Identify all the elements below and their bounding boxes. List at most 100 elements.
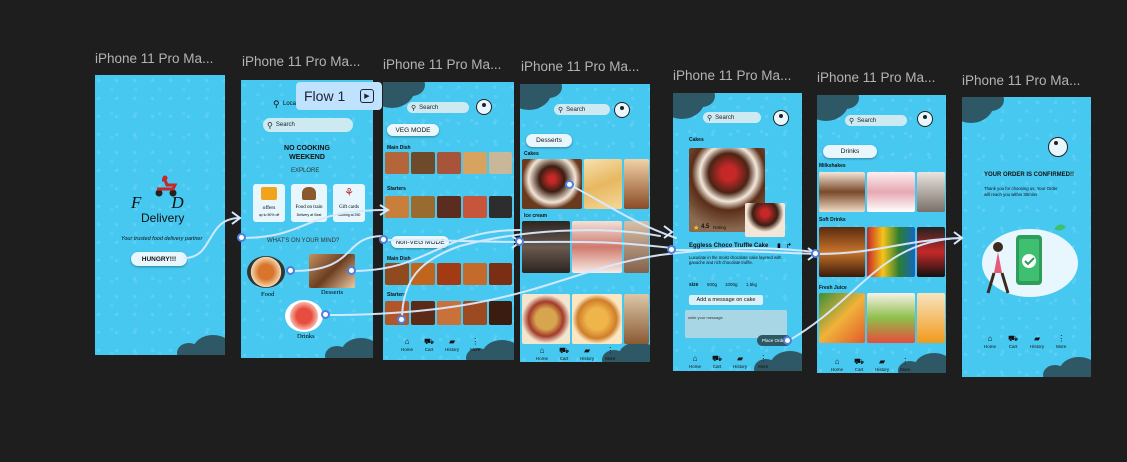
frame-confirmed[interactable]: YOUR ORDER IS CONFIRMED!! Thank you for … — [962, 97, 1091, 377]
ice-cream-image[interactable] — [522, 221, 570, 273]
frame-title-2[interactable]: iPhone 11 Pro Ma... — [242, 54, 360, 69]
cake-image[interactable] — [624, 159, 649, 209]
frame-title-5[interactable]: iPhone 11 Pro Ma... — [673, 68, 791, 83]
frame-title-7[interactable]: iPhone 11 Pro Ma... — [962, 73, 1080, 88]
nav-home[interactable]: ⌂ Home — [984, 335, 996, 350]
dish-image[interactable] — [437, 152, 461, 174]
drinks-tag[interactable]: Drinks — [823, 145, 877, 158]
soft-drink-image[interactable] — [917, 227, 945, 277]
dessert-image[interactable] — [572, 294, 622, 344]
hotspot-menu-home[interactable] — [397, 315, 406, 324]
product-thumb-image[interactable] — [745, 203, 785, 237]
cake-image[interactable] — [584, 159, 622, 209]
nav-more[interactable]: ⋮ More — [470, 338, 480, 353]
dish-image[interactable] — [489, 301, 512, 325]
search-input[interactable]: ⚲ Search — [703, 112, 761, 123]
size-option-500g[interactable]: 500g — [707, 282, 717, 287]
frame-title-3[interactable]: iPhone 11 Pro Ma... — [383, 57, 501, 72]
nav-history[interactable]: ▰ History — [733, 355, 747, 370]
nav-cart[interactable]: ⛟ Cart — [1008, 335, 1018, 350]
soft-drink-image[interactable] — [867, 227, 915, 277]
dessert-image[interactable] — [522, 294, 570, 344]
nav-history[interactable]: ▰ History — [580, 347, 594, 362]
dish-image[interactable] — [463, 301, 487, 325]
desserts-tag[interactable]: Desserts — [526, 134, 572, 147]
flow-starting-point[interactable]: Flow 1 ▶ — [296, 82, 382, 110]
profile-avatar[interactable] — [476, 99, 492, 115]
drinks-image[interactable] — [285, 300, 323, 332]
bookmark-icon[interactable]: ▮ — [777, 242, 781, 250]
profile-avatar[interactable] — [614, 102, 630, 118]
dish-image[interactable] — [489, 196, 512, 218]
hotspot-desserts-cake[interactable] — [565, 180, 574, 189]
juice-image[interactable] — [917, 293, 945, 343]
nav-more[interactable]: ⋮ More — [900, 358, 910, 373]
frame-title-6[interactable]: iPhone 11 Pro Ma... — [817, 70, 935, 85]
ice-cream-image[interactable] — [572, 221, 622, 273]
dish-image[interactable] — [411, 152, 435, 174]
ice-cream-image[interactable] — [624, 221, 649, 273]
dish-image[interactable] — [489, 152, 512, 174]
hotspot-home-drinks[interactable] — [321, 310, 330, 319]
dish-image[interactable] — [437, 196, 461, 218]
dish-image[interactable] — [437, 263, 461, 285]
soft-drink-image[interactable] — [819, 227, 865, 277]
play-icon[interactable]: ▶ — [360, 89, 374, 103]
frame-title-4[interactable]: iPhone 11 Pro Ma... — [521, 59, 639, 74]
dessert-image[interactable] — [624, 294, 649, 344]
card-food-on-train[interactable]: Food on train Delivery at Seat — [291, 184, 327, 222]
frame-home[interactable]: ⚲ Loca ⚲ Search NO COOKING WEEKEND EXPLOR… — [241, 80, 373, 358]
frame-drinks[interactable]: ⚲ Search Drinks Milkshakes Soft Drinks Fr… — [817, 95, 946, 373]
profile-avatar[interactable] — [917, 111, 933, 127]
frame-title-1[interactable]: iPhone 11 Pro Ma... — [95, 51, 213, 66]
nav-home[interactable]: ⌂ Home — [401, 338, 413, 353]
milkshake-image[interactable] — [917, 172, 945, 212]
search-input[interactable]: ⚲ Search — [554, 104, 610, 115]
nav-more[interactable]: ⋮ More — [758, 355, 768, 370]
non-veg-mode-tag[interactable]: Non-VEG MODE — [391, 236, 449, 248]
nav-more[interactable]: ⋮ More — [605, 347, 615, 362]
dish-image[interactable] — [411, 263, 435, 285]
message-input[interactable]: write your message — [685, 310, 787, 338]
nav-home[interactable]: ⌂ Home — [536, 347, 548, 362]
location-label[interactable]: Loca — [283, 101, 296, 107]
frame-splash[interactable]: F D Delivery Your trusted food delivery p… — [95, 75, 225, 355]
dish-image[interactable] — [489, 263, 512, 285]
card-gift-cards[interactable]: ⚘ Gift cards Starting at 250 — [333, 184, 365, 222]
dish-image[interactable] — [385, 263, 409, 285]
hungry-button[interactable]: HUNGRY!!! — [131, 252, 187, 266]
size-option-1-5kg[interactable]: 1.5kg — [746, 282, 757, 287]
nav-home[interactable]: ⌂ Home — [689, 355, 701, 370]
hotspot-drinks-item[interactable] — [811, 249, 820, 258]
hotspot-menu-item[interactable] — [379, 235, 388, 244]
nav-cart[interactable]: ⛟ Cart — [854, 358, 864, 373]
dish-image[interactable] — [385, 152, 409, 174]
dish-image[interactable] — [463, 196, 487, 218]
card-offers[interactable]: offers up to 50% off — [253, 184, 285, 222]
nav-cart[interactable]: ⛟ Cart — [712, 355, 722, 370]
search-input[interactable]: ⚲ Search — [407, 102, 469, 113]
hotspot-desserts-item[interactable] — [515, 237, 524, 246]
profile-avatar[interactable] — [1048, 137, 1068, 157]
frame-desserts[interactable]: ⚲ Search Desserts Cakes Ice cream ⌂ Home ⛟… — [520, 84, 650, 362]
milkshake-image[interactable] — [867, 172, 915, 212]
profile-avatar[interactable] — [773, 110, 789, 126]
hotspot-splash-hungry[interactable] — [237, 233, 246, 242]
hotspot-place-order[interactable] — [783, 336, 792, 345]
frame-product[interactable]: ⚲ Search Cakes ★ 4.5 Rating Eggless Choco… — [673, 93, 802, 371]
dish-image[interactable] — [437, 301, 461, 325]
share-icon[interactable]: ↱ — [786, 242, 792, 250]
nav-history[interactable]: ▰ History — [445, 338, 459, 353]
veg-mode-tag[interactable]: VEG MODE — [387, 124, 439, 136]
size-option-1000g[interactable]: 1000g — [725, 282, 738, 287]
milkshake-image[interactable] — [819, 172, 865, 212]
nav-history[interactable]: ▰ History — [875, 358, 889, 373]
nav-more[interactable]: ⋮ More — [1056, 335, 1066, 350]
add-message-button[interactable]: Add a message on cake — [689, 295, 763, 305]
search-input[interactable]: ⚲ Search — [263, 118, 353, 132]
nav-home[interactable]: ⌂ Home — [831, 358, 843, 373]
food-image[interactable] — [247, 256, 285, 288]
search-input[interactable]: ⚲ Search — [845, 115, 907, 126]
dish-image[interactable] — [411, 301, 435, 325]
nav-cart[interactable]: ⛟ Cart — [559, 347, 569, 362]
